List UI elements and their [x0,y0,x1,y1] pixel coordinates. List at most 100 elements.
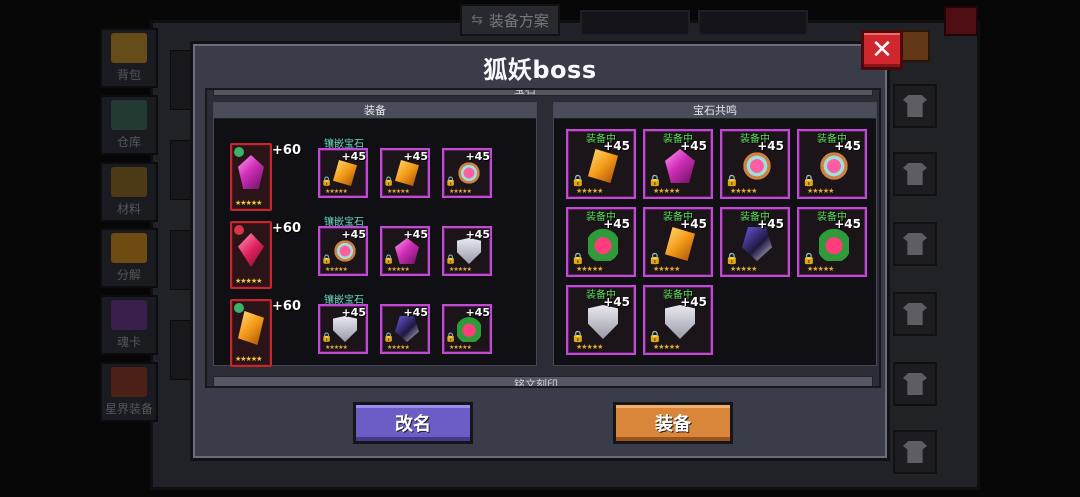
lock-icon: 🔒 [383,333,395,343]
resonance-gem-slot[interactable]: 装备中 +45 🔒 ★★★★★ [643,129,713,199]
inscription-section-label: 铭文刻印 [514,378,558,388]
resonance-gem-slot[interactable]: 装备中 +45 🔒 ★★★★★ [797,129,867,199]
gem-icon [588,305,618,339]
gem-star-rating: ★★★★★ [730,265,757,273]
lock-icon: 🔒 [321,333,333,343]
gem-level: +45 [603,139,630,153]
gem-level: +45 [757,139,784,153]
lock-icon: 🔒 [445,333,457,343]
gem-level: +45 [603,295,630,309]
equipment-icon [238,311,264,345]
equipment-level: +60 [272,143,301,158]
gem-level: +45 [680,295,707,309]
dialog-title: 狐妖boss [483,56,597,84]
gem-star-rating: ★★★★★ [325,188,348,195]
inlaid-gem-slot[interactable]: +45 🔒 ★★★★★ [318,148,368,198]
lock-icon: 🔒 [383,177,395,187]
inlaid-gem-slot[interactable]: +45 🔒 ★★★★★ [442,148,492,198]
resonance-gem-slot[interactable]: 装备中 +45 🔒 ★★★★★ [643,207,713,277]
dialog-content[interactable]: 宝石 装备 +60 ★★★★★ 镶嵌宝石 +45 🔒 ★★★★★ +45 🔒 ★★★★★ +45 🔒… [205,88,881,388]
gem-icon [333,316,357,342]
gem-level: +45 [465,150,490,163]
gem-star-rating: ★★★★★ [653,187,680,195]
inlaid-gem-slot[interactable]: +45 🔒 ★★★★★ [318,304,368,354]
gem-star-rating: ★★★★★ [653,343,680,351]
gem-star-rating: ★★★★★ [325,344,348,351]
inlaid-gem-slot[interactable]: +45 🔒 ★★★★★ [442,304,492,354]
gem-level: +45 [465,306,490,319]
equipment-item[interactable]: +60 ★★★★★ [230,221,301,289]
gem-star-rating: ★★★★★ [576,187,603,195]
lock-icon: 🔒 [648,330,662,343]
lock-icon: 🔒 [725,174,739,187]
gem-level: +45 [757,217,784,231]
equipment-item[interactable]: +60 ★★★★★ [230,299,301,367]
gem-level: +45 [680,217,707,231]
equipment-level: +60 [272,299,301,314]
resonance-gem-slot[interactable]: 装备中 +45 🔒 ★★★★★ [566,129,636,199]
gem-icon [457,316,481,342]
gem-star-rating: ★★★★★ [730,187,757,195]
star-rating: ★★★★★ [235,277,262,285]
gem-level: +45 [403,228,428,241]
equipment-item[interactable]: +60 ★★★★★ [230,143,301,211]
equipment-level: +60 [272,221,301,236]
gem-level: +45 [403,150,428,163]
gem-level: +45 [341,228,366,241]
close-button[interactable]: ✕ [861,30,903,70]
gem-icon [457,160,481,186]
gem-level: +45 [680,139,707,153]
gem-star-rating: ★★★★★ [576,343,603,351]
lock-icon: 🔒 [321,177,333,187]
gem-star-rating: ★★★★★ [807,265,834,273]
equip-plan-dialog: 狐妖boss ✕ 宝石 装备 +60 ★★★★★ 镶嵌宝石 +45 🔒 ★★★★★ +45 🔒… [190,30,903,461]
quality-badge-icon [234,225,244,235]
resonance-section: 宝石共鸣 装备中 +45 🔒 ★★★★★ 装备中 +45 🔒 ★★★★★ 装备中 +45 🔒 ★★★★… [553,102,877,366]
resonance-gem-slot[interactable]: 装备中 +45 🔒 ★★★★★ [720,207,790,277]
gem-star-rating: ★★★★★ [653,265,680,273]
equipment-icon [238,233,264,267]
inlaid-gem-slot[interactable]: +45 🔒 ★★★★★ [380,148,430,198]
gem-level: +45 [465,228,490,241]
resonance-gem-slot[interactable]: 装备中 +45 🔒 ★★★★★ [720,129,790,199]
resonance-gem-slot[interactable]: 装备中 +45 🔒 ★★★★★ [566,207,636,277]
inlaid-gem-slot[interactable]: +45 🔒 ★★★★★ [442,226,492,276]
gem-icon [742,149,772,183]
gem-star-rating: ★★★★★ [449,344,472,351]
lock-icon: 🔒 [725,252,739,265]
lock-icon: 🔒 [802,174,816,187]
gem-icon [333,160,357,186]
gem-level: +45 [834,139,861,153]
equipment-icon [238,155,264,189]
gem-star-rating: ★★★★★ [387,344,410,351]
gem-star-rating: ★★★★★ [576,265,603,273]
quality-badge-icon [234,147,244,157]
lock-icon: 🔒 [571,330,585,343]
gem-level: +45 [603,217,630,231]
equip-button[interactable]: 装备 [613,402,733,444]
inscription-section-header-peek: 铭文刻印 [213,376,873,388]
lock-icon: 🔒 [321,255,333,265]
resonance-gem-slot[interactable]: 装备中 +45 🔒 ★★★★★ [797,207,867,277]
gem-icon [588,149,618,183]
lock-icon: 🔒 [571,174,585,187]
gem-icon [395,160,419,186]
gem-icon [819,227,849,261]
gem-level: +45 [341,150,366,163]
gem-star-rating: ★★★★★ [449,266,472,273]
rename-button[interactable]: 改名 [353,402,473,444]
gem-section-header-peek: 宝石 [213,90,873,96]
gem-icon [588,227,618,261]
resonance-section-header: 宝石共鸣 [554,103,876,119]
resonance-gem-slot[interactable]: 装备中 +45 🔒 ★★★★★ [643,285,713,355]
inlaid-gem-slot[interactable]: +45 🔒 ★★★★★ [318,226,368,276]
gem-star-rating: ★★★★★ [387,188,410,195]
gem-icon [665,149,695,183]
resonance-gem-slot[interactable]: 装备中 +45 🔒 ★★★★★ [566,285,636,355]
equip-section-header: 装备 [214,103,536,119]
gem-level: +45 [834,217,861,231]
inlaid-gem-slot[interactable]: +45 🔒 ★★★★★ [380,226,430,276]
inlaid-gem-slot[interactable]: +45 🔒 ★★★★★ [380,304,430,354]
gem-icon [742,227,772,261]
equip-section: 装备 +60 ★★★★★ 镶嵌宝石 +45 🔒 ★★★★★ +45 🔒 ★★★★★ +45 🔒 ★★★… [213,102,537,367]
